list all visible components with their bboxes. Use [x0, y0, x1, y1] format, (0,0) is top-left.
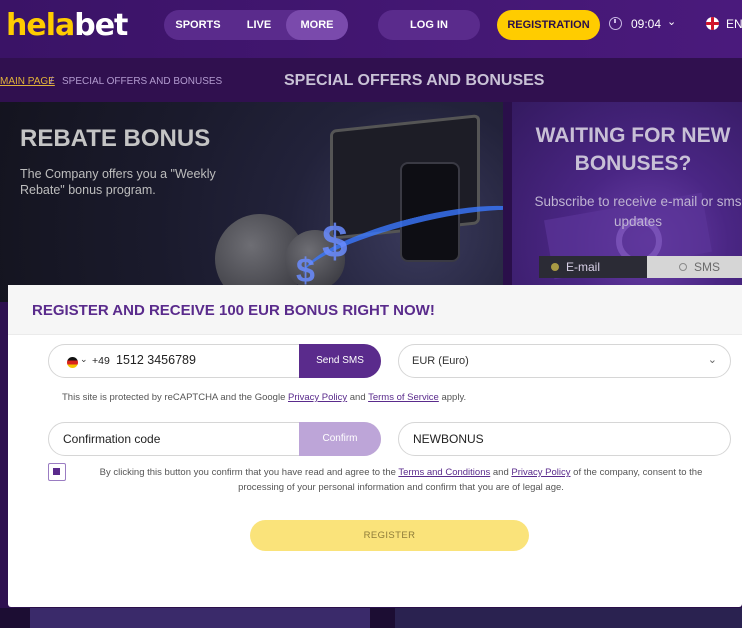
terms-of-service-link[interactable]: Terms of Service: [368, 392, 439, 403]
main-nav: SPORTS LIVE MORE: [164, 10, 348, 40]
toggle-email[interactable]: E-mail: [539, 256, 647, 278]
consent-text: By clicking this button you confirm that…: [76, 465, 726, 495]
time-display[interactable]: 09:04: [631, 17, 661, 31]
promo-code-field[interactable]: NEWBONUS: [398, 422, 731, 456]
consent-prefix: By clicking this button you confirm that…: [99, 467, 399, 478]
page-title: SPECIAL OFFERS AND BONUSES: [284, 72, 545, 89]
currency-select[interactable]: EUR (Euro) ⌄: [398, 344, 731, 378]
rebate-title: REBATE BONUS: [20, 125, 211, 152]
privacy-policy-link[interactable]: Privacy Policy: [511, 467, 570, 478]
phone-field[interactable]: ⌄ +49 1512 3456789 Send SMS: [48, 344, 381, 378]
breadcrumb-main-link[interactable]: MAIN PAGE: [0, 76, 55, 87]
subscribe-toggle: E-mail SMS: [539, 256, 742, 278]
rebate-description: The Company offers you a "Weekly Rebate"…: [20, 167, 216, 197]
breadcrumb-separator: /: [50, 76, 53, 87]
top-header: helabet SPORTS LIVE MORE LOG IN REGISTRA…: [0, 0, 742, 58]
breadcrumb-bar: MAIN PAGE / SPECIAL OFFERS AND BONUSES S…: [0, 58, 742, 102]
consent-and: and: [490, 467, 512, 478]
recaptcha-notice: This site is protected by reCAPTCHA and …: [62, 392, 466, 403]
bottom-strip: [0, 608, 742, 628]
clock-icon: [609, 17, 622, 30]
privacy-policy-link[interactable]: Privacy Policy: [288, 392, 347, 403]
registration-modal: REGISTER AND RECEIVE 100 EUR BONUS RIGHT…: [8, 285, 742, 607]
nav-more[interactable]: MORE: [286, 10, 348, 40]
confirmation-code-field[interactable]: Confirmation code Confirm: [48, 422, 381, 456]
breadcrumb-current: SPECIAL OFFERS AND BONUSES: [62, 76, 223, 87]
chevron-down-icon[interactable]: ⌄: [708, 353, 717, 366]
chevron-down-icon[interactable]: ⌄: [667, 15, 676, 28]
login-button[interactable]: LOG IN: [378, 10, 480, 40]
nav-sports[interactable]: SPORTS: [164, 10, 232, 40]
logo[interactable]: helabet: [6, 8, 128, 43]
currency-value: EUR (Euro): [412, 355, 469, 367]
flag-en-icon[interactable]: [706, 17, 719, 30]
logo-bet: bet: [74, 8, 128, 43]
recaptcha-and: and: [347, 392, 369, 403]
dial-code: +49: [92, 355, 110, 367]
card-preview: [395, 608, 742, 628]
register-button[interactable]: REGISTER: [250, 520, 529, 551]
phone-input[interactable]: 1512 3456789: [116, 353, 196, 367]
recaptcha-suffix: apply.: [438, 392, 467, 403]
registration-button[interactable]: REGISTRATION: [497, 10, 600, 40]
subscribe-title: WAITING FOR NEW BONUSES?: [535, 124, 731, 175]
card-preview: [30, 608, 370, 628]
confirmation-code-input[interactable]: Confirmation code: [63, 432, 160, 446]
subscribe-subtitle: Subscribe to receive e-mail or sms updat…: [534, 194, 742, 229]
terms-and-conditions-link[interactable]: Terms and Conditions: [398, 467, 490, 478]
consent-checkbox[interactable]: [48, 463, 66, 481]
promo-code-input[interactable]: NEWBONUS: [413, 432, 484, 446]
flag-de-icon[interactable]: [67, 357, 78, 368]
modal-title: REGISTER AND RECEIVE 100 EUR BONUS RIGHT…: [32, 302, 435, 319]
chevron-down-icon[interactable]: ⌄: [80, 354, 88, 365]
modal-header: REGISTER AND RECEIVE 100 EUR BONUS RIGHT…: [8, 285, 742, 335]
toggle-sms[interactable]: SMS: [647, 256, 742, 278]
language-selector[interactable]: EN: [726, 17, 742, 31]
recaptcha-prefix: This site is protected by reCAPTCHA and …: [62, 392, 288, 403]
dollar-icon: $: [322, 215, 348, 267]
confirm-button[interactable]: Confirm: [299, 422, 381, 456]
send-sms-button[interactable]: Send SMS: [299, 344, 381, 378]
logo-hela: hela: [6, 8, 75, 43]
nav-live[interactable]: LIVE: [232, 10, 286, 40]
